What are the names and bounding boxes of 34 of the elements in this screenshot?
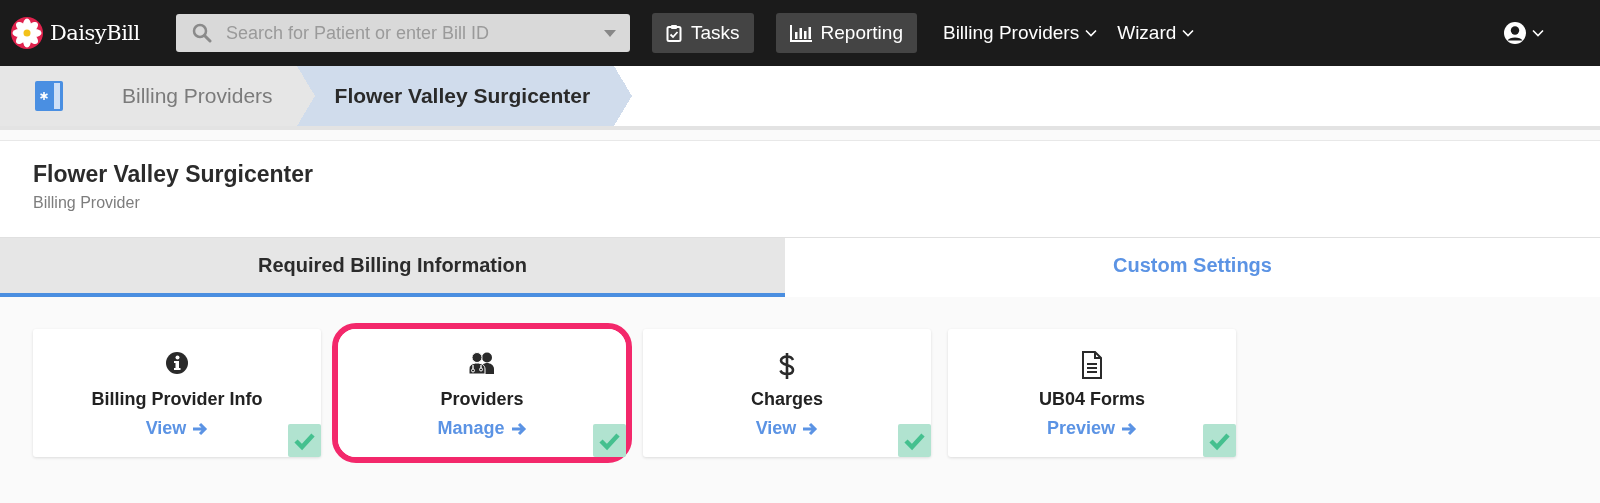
arrow-right-icon xyxy=(802,420,819,437)
user-icon xyxy=(1503,21,1527,45)
search-field[interactable]: Search for Patient or enter Bill ID xyxy=(224,21,592,45)
dollar-icon xyxy=(778,351,796,381)
card-title: UB04 Forms xyxy=(1039,389,1145,410)
card-title: Charges xyxy=(751,389,823,410)
info-icon xyxy=(165,351,189,375)
page-subtitle: Billing Provider xyxy=(33,194,141,212)
arrow-right-icon xyxy=(510,420,527,437)
reporting-button[interactable]: Reporting xyxy=(775,13,917,53)
tasks-button[interactable]: Tasks xyxy=(652,13,754,53)
app-logo-text: DaisyBill xyxy=(50,21,140,45)
arrow-right-icon xyxy=(1121,420,1137,437)
user-menu-button[interactable] xyxy=(1503,21,1544,45)
arrow-right-icon xyxy=(192,420,209,437)
card-title: Billing Provider Info xyxy=(91,389,263,410)
flower-logo-icon xyxy=(10,16,44,50)
dropdown-caret-icon[interactable] xyxy=(604,29,616,37)
chevron-down-icon xyxy=(1085,29,1098,37)
page-title: Flower Valley Surgicenter xyxy=(33,161,314,188)
file-icon xyxy=(34,80,64,112)
breadcrumb-item[interactable]: Flower Valley Surgicenter xyxy=(314,66,633,126)
search-icon xyxy=(192,23,212,43)
chevron-down-icon xyxy=(1182,29,1195,37)
people-icon xyxy=(467,351,497,375)
document-icon xyxy=(1081,351,1103,379)
nav-menu[interactable]: Billing Providers xyxy=(942,22,1098,44)
chevron-down-icon xyxy=(1532,29,1544,37)
card-title: Providers xyxy=(440,389,524,410)
search-box[interactable]: Search for Patient or enter Bill ID xyxy=(176,14,630,52)
tab[interactable]: Required Billing Information xyxy=(0,238,785,297)
clipboard-icon xyxy=(666,24,682,42)
nav-menu[interactable]: Wizard xyxy=(1117,22,1195,44)
bar-chart-icon xyxy=(789,24,812,42)
